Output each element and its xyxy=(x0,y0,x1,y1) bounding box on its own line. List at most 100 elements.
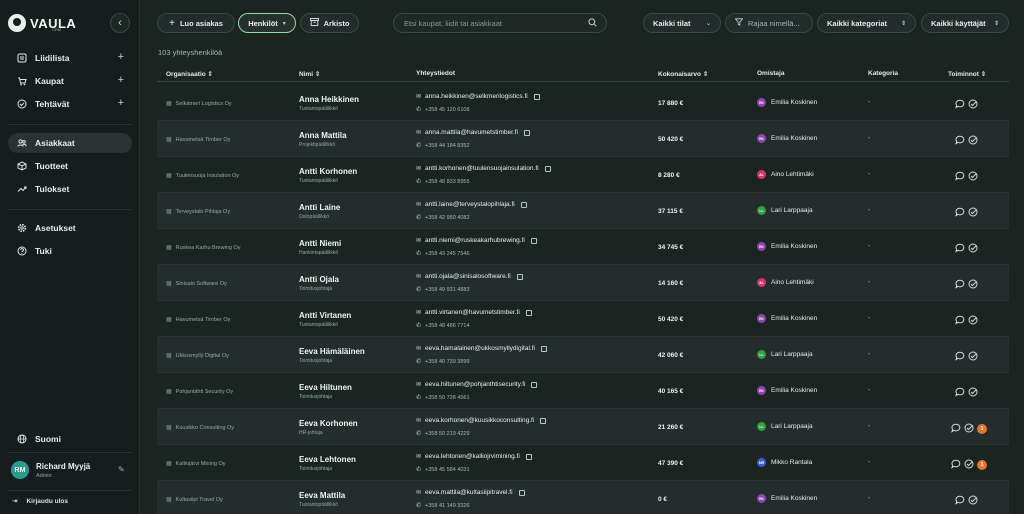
comment-icon[interactable] xyxy=(955,96,965,114)
email-link[interactable]: eeva.hiltunen@pohjanthtisecurity.fi xyxy=(425,381,525,388)
email-link[interactable]: antti.virtanen@havumetstimber.fi xyxy=(425,309,520,316)
create-customer-button[interactable]: + Luo asiakas xyxy=(157,13,235,33)
language-selector[interactable]: Suomi xyxy=(8,429,132,449)
check-circle-icon[interactable] xyxy=(968,276,978,294)
copy-icon[interactable] xyxy=(540,345,547,352)
email-link[interactable]: antti.ojala@sinisalosoftware.fi xyxy=(425,273,511,280)
add-deal-button[interactable]: + xyxy=(118,74,124,86)
check-circle-icon[interactable] xyxy=(968,168,978,186)
sidebar-item-asetukset[interactable]: Asetukset xyxy=(8,218,132,238)
edit-profile-icon[interactable]: ✎ xyxy=(118,465,125,474)
comment-icon[interactable] xyxy=(955,132,965,150)
phone-link[interactable]: +358 49 931 4883 xyxy=(425,287,470,293)
contact-name[interactable]: Antti Virtanen xyxy=(299,311,351,320)
contact-name[interactable]: Antti Laine xyxy=(299,203,340,212)
organization-cell[interactable]: ▦ Selkämeri Logistics Oy xyxy=(166,100,232,108)
comment-icon[interactable] xyxy=(955,168,965,186)
email-link[interactable]: antti.korhonen@tuulensuojainsulation.fi xyxy=(425,165,539,172)
phone-link[interactable]: +358 50 219 4229 xyxy=(425,431,470,437)
copy-icon[interactable] xyxy=(516,273,523,280)
comment-icon[interactable] xyxy=(955,492,965,510)
comment-icon[interactable] xyxy=(951,420,961,438)
category-filter[interactable]: Kaikki kategoriat ⇕ xyxy=(817,13,916,33)
copy-icon[interactable] xyxy=(518,489,525,496)
sidebar-item-tulokset[interactable]: Tulokset xyxy=(8,179,132,199)
comment-icon[interactable] xyxy=(951,456,961,474)
avatar[interactable]: RM xyxy=(11,461,29,479)
copy-icon[interactable] xyxy=(531,381,538,388)
contact-name[interactable]: Eeva Hiltunen xyxy=(299,383,352,392)
comment-icon[interactable] xyxy=(955,348,965,366)
organization-cell[interactable]: ▦ Havumetsä Timber Oy xyxy=(166,316,230,324)
organization-cell[interactable]: ▦ Kuusikko Consulting Oy xyxy=(166,424,234,432)
email-link[interactable]: antti.laine@terveystalopihlaja.fi xyxy=(425,201,515,208)
check-circle-icon[interactable] xyxy=(968,492,978,510)
comment-icon[interactable] xyxy=(955,276,965,294)
sidebar-item-asiakkaat[interactable]: Asiakkaat xyxy=(8,133,132,153)
organization-cell[interactable]: ▦ Pohjantähti Security Oy xyxy=(166,388,233,396)
add-task-button[interactable]: + xyxy=(118,97,124,109)
archive-button[interactable]: Arkisto xyxy=(300,13,359,33)
sidebar-item-tuki[interactable]: Tuki xyxy=(8,241,132,261)
column-header-name[interactable]: Nimi ⇕ xyxy=(299,70,320,78)
check-circle-icon[interactable] xyxy=(968,240,978,258)
check-circle-icon[interactable] xyxy=(968,204,978,222)
contact-name[interactable]: Antti Ojala xyxy=(299,275,339,284)
notification-badge[interactable]: 1 xyxy=(977,424,987,434)
comment-icon[interactable] xyxy=(955,312,965,330)
add-lead-button[interactable]: + xyxy=(118,51,124,63)
logout-button[interactable]: ⇥ Kirjaudu ulos xyxy=(12,497,68,506)
contact-name[interactable]: Eeva Korhonen xyxy=(299,419,358,428)
copy-icon[interactable] xyxy=(520,201,527,208)
table-row[interactable]: ▦ Ukkosmyllý Digital Oy Eeva Hämäläinen Toi… xyxy=(157,337,1009,373)
column-header-total[interactable]: Kokonaisarvo ⇕ xyxy=(658,70,708,78)
check-circle-icon[interactable] xyxy=(968,96,978,114)
organization-cell[interactable]: ▦ Ukkosmyllý Digital Oy xyxy=(166,352,229,360)
phone-link[interactable]: +358 41 149 3326 xyxy=(425,503,470,509)
logo[interactable]: VAULA xyxy=(8,14,76,32)
phone-link[interactable]: +358 50 728 4561 xyxy=(425,395,470,401)
email-link[interactable]: eeva.korhonen@kuusikkoconsulting.fi xyxy=(425,417,534,424)
check-circle-icon[interactable] xyxy=(968,348,978,366)
comment-icon[interactable] xyxy=(955,204,965,222)
organization-cell[interactable]: ▦ Kultasiipi Travel Oy xyxy=(166,496,223,504)
contact-name[interactable]: Antti Korhonen xyxy=(299,167,357,176)
contact-name[interactable]: Eeva Hämäläinen xyxy=(299,347,365,356)
copy-icon[interactable] xyxy=(540,417,547,424)
check-circle-icon[interactable] xyxy=(964,420,974,438)
copy-icon[interactable] xyxy=(530,237,537,244)
email-link[interactable]: anna.heikkinen@selkmerilogistics.fi xyxy=(425,93,528,100)
copy-icon[interactable] xyxy=(523,129,530,136)
phone-link[interactable]: +358 42 950 4082 xyxy=(425,215,470,221)
phone-link[interactable]: +358 45 584 4031 xyxy=(425,467,470,473)
contact-name[interactable]: Antti Niemi xyxy=(299,239,341,248)
people-dropdown[interactable]: Henkilöt ▾ xyxy=(238,13,296,33)
sidebar-item-tehtavat[interactable]: Tehtävät + xyxy=(8,94,132,114)
phone-link[interactable]: +358 48 486 7714 xyxy=(425,323,470,329)
column-header-actions[interactable]: Toiminnot ⇕ xyxy=(948,70,986,78)
contact-name[interactable]: Anna Mattila xyxy=(299,131,347,140)
table-row[interactable]: ▦ Pohjantähti Security Oy Eeva Hiltunen Toi… xyxy=(157,373,1009,409)
sidebar-item-liidilista[interactable]: Liidilista + xyxy=(8,48,132,68)
email-link[interactable]: anna.mattila@havumetstimber.fi xyxy=(425,129,518,136)
organization-cell[interactable]: ▦ Tuulensuoja Insulation Oy xyxy=(166,172,239,180)
user-filter[interactable]: Kaikki käyttäjät ⇕ xyxy=(921,13,1009,33)
email-link[interactable]: eeva.lehtonen@kalliojrvimining.fi xyxy=(425,453,520,460)
phone-link[interactable]: +358 45 120 6108 xyxy=(425,107,470,113)
status-filter[interactable]: Kaikki tilat ⌄ xyxy=(643,13,721,33)
organization-cell[interactable]: ▦ Ruskea Karhu Brewing Oy xyxy=(166,244,240,252)
check-circle-icon[interactable] xyxy=(964,456,974,474)
email-link[interactable]: eeva.mattila@kultasiipitravel.fi xyxy=(425,489,513,496)
copy-icon[interactable] xyxy=(525,309,532,316)
phone-link[interactable]: +358 48 833 8955 xyxy=(425,179,470,185)
comment-icon[interactable] xyxy=(955,384,965,402)
copy-icon[interactable] xyxy=(544,165,551,172)
copy-icon[interactable] xyxy=(533,93,540,100)
name-filter-input[interactable]: Rajaa nimellä... xyxy=(725,13,813,33)
phone-link[interactable]: +358 44 184 8352 xyxy=(425,143,470,149)
sidebar-item-tuotteet[interactable]: Tuotteet xyxy=(8,156,132,176)
collapse-sidebar-button[interactable]: ‹ xyxy=(110,13,130,33)
organization-cell[interactable]: ▦ Sinisalo Software Oy xyxy=(166,280,227,288)
table-row[interactable]: ▦ Sinisalo Software Oy Antti Ojala Toimitus… xyxy=(157,265,1009,301)
search-input[interactable] xyxy=(404,18,584,28)
